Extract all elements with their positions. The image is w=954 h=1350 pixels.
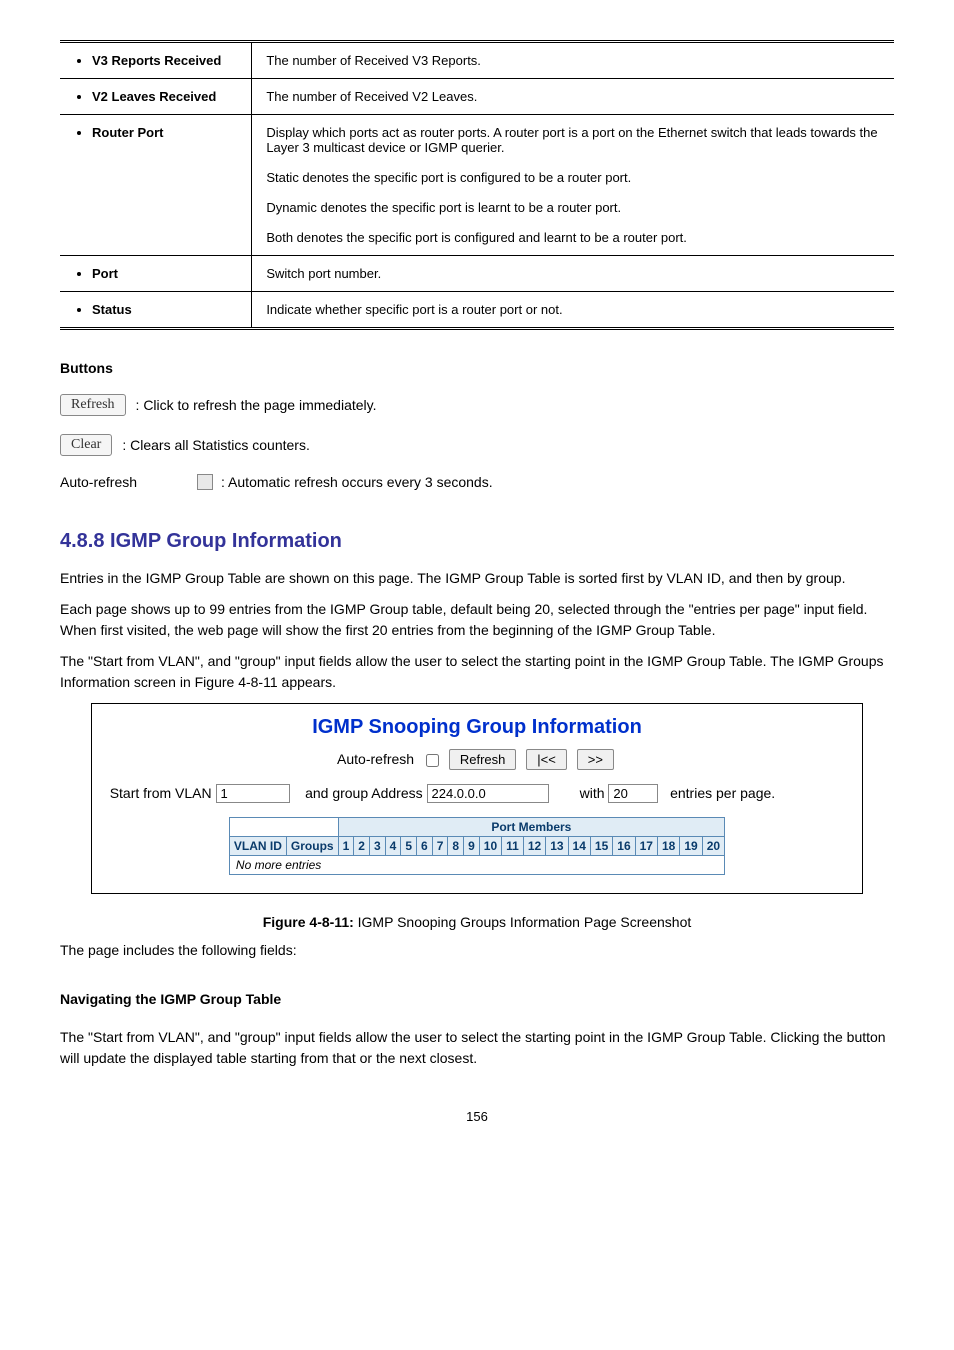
first-page-button[interactable]: |<< — [526, 749, 567, 770]
auto-refresh-desc: : Automatic refresh occurs every 3 secon… — [221, 474, 493, 490]
screenshot-controls: Auto-refresh Refresh |<< >> — [102, 749, 853, 770]
param-label: Port — [60, 256, 252, 292]
auto-refresh-desc-row: Auto-refresh : Automatic refresh occurs … — [60, 474, 894, 490]
port-column-header: 14 — [568, 837, 590, 856]
buttons-heading: Buttons — [60, 360, 894, 376]
refresh-button-desc-row: Refresh : Click to refresh the page imme… — [60, 394, 894, 416]
igmp-group-table: Port MembersVLAN IDGroups123456789101112… — [229, 817, 725, 875]
port-members-header: Port Members — [338, 818, 724, 837]
port-column-header: 10 — [479, 837, 501, 856]
screenshot-filter-row: Start from VLAN and group Address with e… — [102, 784, 853, 817]
section-paragraph-3: The "Start from VLAN", and "group" input… — [60, 651, 894, 693]
section-paragraph-2: Each page shows up to 99 entries from th… — [60, 599, 894, 641]
navigating-section: Navigating the IGMP Group Table The "Sta… — [60, 991, 894, 1069]
param-label: V3 Reports Received — [60, 42, 252, 79]
port-column-header: 3 — [369, 837, 385, 856]
port-column-header: 6 — [417, 837, 433, 856]
port-column-header: 12 — [523, 837, 545, 856]
checkbox-icon — [197, 474, 213, 490]
column-header: Groups — [286, 837, 338, 856]
param-label: Status — [60, 292, 252, 329]
entries-per-page-label: entries per page. — [670, 785, 775, 801]
page-fields-intro: The page includes the following fields: — [60, 940, 894, 961]
param-desc: Display which ports act as router ports.… — [252, 115, 894, 256]
port-column-header: 7 — [432, 837, 448, 856]
clear-button-desc: : Clears all Statistics counters. — [122, 437, 310, 453]
port-column-header: 15 — [590, 837, 612, 856]
port-column-header: 2 — [354, 837, 370, 856]
group-address-input[interactable] — [427, 784, 549, 803]
start-from-vlan-label: Start from VLAN — [110, 785, 212, 801]
refresh-button-image: Refresh — [60, 394, 126, 416]
port-column-header: 13 — [546, 837, 568, 856]
vlan-input[interactable] — [216, 784, 290, 803]
screenshot-figure: IGMP Snooping Group Information Auto-ref… — [91, 703, 864, 894]
auto-refresh-prefix: Auto-refresh — [60, 474, 137, 490]
port-column-header: 17 — [635, 837, 657, 856]
port-column-header: 1 — [338, 837, 354, 856]
port-column-header: 4 — [385, 837, 401, 856]
navigating-heading: Navigating the IGMP Group Table — [60, 991, 894, 1007]
screenshot-title: IGMP Snooping Group Information — [102, 716, 853, 739]
section-heading: 4.8.8 IGMP Group Information — [60, 530, 894, 553]
refresh-button-desc: : Click to refresh the page immediately. — [136, 397, 377, 413]
param-label: V2 Leaves Received — [60, 79, 252, 115]
navigating-text: The "Start from VLAN", and "group" input… — [60, 1027, 894, 1069]
clear-button-desc-row: Clear : Clears all Statistics counters. — [60, 434, 894, 456]
auto-refresh-label: Auto-refresh — [337, 751, 414, 767]
figure-link: Figure 4-8-11 — [195, 674, 278, 690]
port-column-header: 20 — [702, 837, 724, 856]
refresh-button[interactable]: Refresh — [449, 749, 517, 770]
port-column-header: 18 — [657, 837, 679, 856]
param-label: Router Port — [60, 115, 252, 256]
column-header: VLAN ID — [229, 837, 286, 856]
and-group-address-label: and group Address — [305, 785, 423, 801]
param-desc: Indicate whether specific port is a rout… — [252, 292, 894, 329]
port-column-header: 5 — [401, 837, 417, 856]
port-column-header: 9 — [464, 837, 480, 856]
clear-button-image: Clear — [60, 434, 112, 456]
port-column-header: 11 — [502, 837, 524, 856]
next-page-button[interactable]: >> — [577, 749, 614, 770]
port-column-header: 8 — [448, 837, 464, 856]
parameter-description-table: V3 Reports ReceivedThe number of Receive… — [60, 40, 894, 330]
param-desc: The number of Received V3 Reports. — [252, 42, 894, 79]
no-more-entries: No more entries — [229, 856, 724, 875]
param-desc: Switch port number. — [252, 256, 894, 292]
port-column-header: 19 — [680, 837, 702, 856]
param-desc: The number of Received V2 Leaves. — [252, 79, 894, 115]
figure-caption: Figure 4-8-11: IGMP Snooping Groups Info… — [60, 914, 894, 930]
page-number: 156 — [60, 1109, 894, 1124]
with-label: with — [580, 785, 605, 801]
port-column-header: 16 — [613, 837, 635, 856]
section-paragraph-1: Entries in the IGMP Group Table are show… — [60, 568, 894, 589]
entries-per-page-input[interactable] — [608, 784, 658, 803]
auto-refresh-checkbox[interactable] — [426, 754, 439, 767]
